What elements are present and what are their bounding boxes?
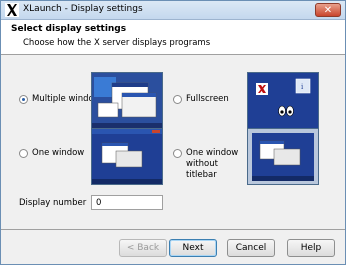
- preview-one-window-no-titlebar: [247, 128, 319, 185]
- display-number-label: Display number: [19, 198, 87, 208]
- preview-one-window: [91, 128, 163, 185]
- title-bar[interactable]: XLaunch - Display settings ✕: [1, 1, 345, 20]
- close-icon: ✕: [323, 5, 333, 16]
- x-logo-icon: [5, 3, 19, 17]
- preview-fullscreen: i: [247, 72, 319, 129]
- radio-label-one-window: One window: [32, 148, 85, 158]
- radio-fullscreen[interactable]: Fullscreen: [173, 94, 229, 105]
- page-title: Select display settings: [11, 24, 127, 34]
- radio-button[interactable]: [173, 95, 182, 104]
- radio-button[interactable]: [19, 149, 28, 158]
- radio-label-one-window-no-titlebar: One window without titlebar: [186, 148, 239, 180]
- cancel-button[interactable]: Cancel: [227, 239, 275, 257]
- radio-button[interactable]: [173, 149, 182, 158]
- radio-button-selected[interactable]: [19, 95, 28, 104]
- xlaunch-window: XLaunch - Display settings ✕ Select disp…: [0, 0, 346, 265]
- window-title: XLaunch - Display settings: [23, 4, 143, 14]
- radio-one-window-no-titlebar[interactable]: One window without titlebar: [173, 148, 250, 181]
- help-button[interactable]: Help: [287, 239, 335, 257]
- radio-label-fullscreen: Fullscreen: [186, 94, 229, 104]
- next-button[interactable]: Next: [169, 239, 217, 257]
- radio-one-window[interactable]: One window: [19, 148, 84, 159]
- back-button[interactable]: < Back: [119, 239, 167, 257]
- footer-divider: [1, 229, 345, 230]
- page-subtitle: Choose how the X server displays program…: [23, 38, 211, 48]
- preview-multiple-windows: [91, 72, 163, 129]
- close-button[interactable]: ✕: [315, 3, 341, 17]
- display-number-input[interactable]: 0: [91, 195, 163, 210]
- wizard-header: Select display settings Choose how the X…: [1, 20, 345, 55]
